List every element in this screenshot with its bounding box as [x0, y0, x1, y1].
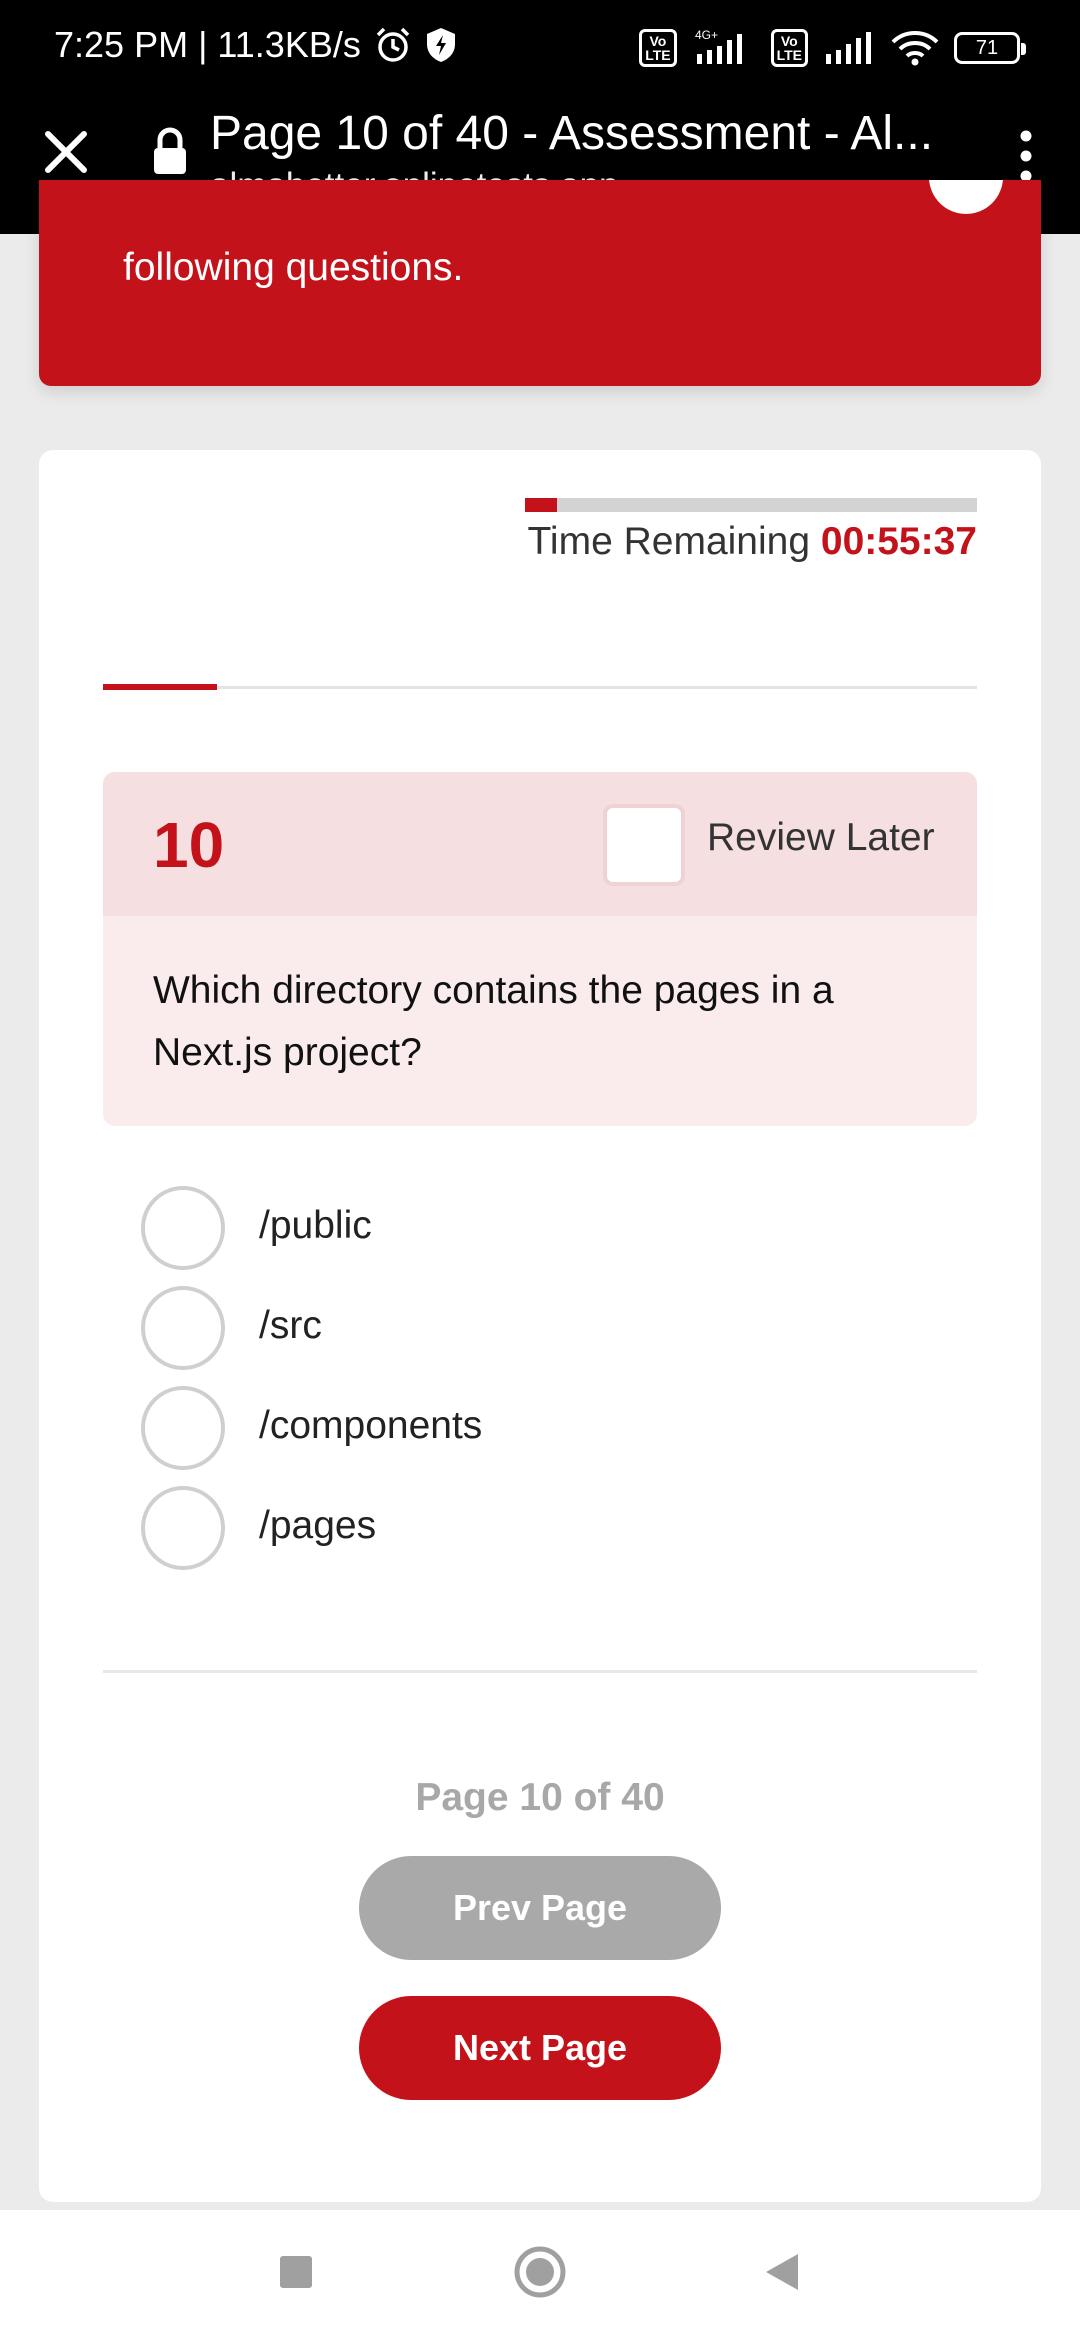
next-page-button[interactable]: Next Page	[359, 1996, 721, 2100]
alarm-icon	[376, 27, 410, 62]
browser-page-title: Page 10 of 40 - Assessment - Al...	[210, 107, 934, 160]
signal-icon	[826, 32, 871, 64]
instruction-banner: following questions.	[39, 180, 1041, 386]
page-counter: Page 10 of 40	[415, 1776, 665, 1819]
question-box: 10 Review Later Which directory contains…	[103, 772, 977, 1126]
option-label[interactable]: /components	[259, 1404, 482, 1448]
signal-4g-icon: 4G+	[695, 28, 742, 64]
option-public[interactable]: /public	[141, 1186, 841, 1270]
section-progress-bar	[103, 684, 977, 690]
divider	[103, 1670, 977, 1673]
close-button[interactable]	[40, 126, 92, 178]
banner-circle-icon	[929, 180, 1003, 214]
option-pages[interactable]: /pages	[141, 1486, 841, 1570]
question-text: Which directory contains the pages in a …	[153, 969, 834, 1074]
home-button[interactable]	[480, 2210, 600, 2340]
review-later-label[interactable]: Review Later	[707, 816, 935, 860]
time-remaining-label: Time Remaining	[527, 520, 811, 563]
review-later-checkbox[interactable]	[603, 804, 685, 886]
wifi-icon	[891, 31, 939, 66]
option-label[interactable]: /public	[259, 1204, 372, 1248]
status-time-speed: 7:25 PM | 11.3KB/s	[54, 24, 361, 65]
radio-button[interactable]	[141, 1286, 225, 1370]
time-remaining-value: 00:55:37	[820, 520, 977, 563]
radio-button[interactable]	[141, 1486, 225, 1570]
back-button[interactable]	[720, 2210, 840, 2340]
home-icon	[514, 2246, 566, 2298]
battery-icon: 71	[954, 32, 1026, 64]
battery-level: 71	[975, 37, 999, 59]
timer-progress-fill	[525, 498, 557, 512]
lock-icon	[150, 126, 190, 176]
banner-text: following questions.	[123, 246, 464, 289]
question-header: 10 Review Later	[103, 772, 977, 916]
close-icon	[45, 131, 87, 173]
volte-badge-1: Vo LTE	[639, 29, 677, 67]
question-card: Time Remaining 00:55:37 10 Review Later …	[39, 450, 1041, 2202]
overflow-menu-button[interactable]	[1016, 126, 1036, 186]
status-bar: 7:25 PM | 11.3KB/s Vo LTE 4G+ Vo LTE 71	[0, 0, 1080, 96]
section-progress-fill	[103, 684, 217, 690]
radio-button[interactable]	[141, 1186, 225, 1270]
question-number: 10	[153, 809, 225, 881]
status-left: 7:25 PM | 11.3KB/s	[54, 24, 457, 66]
option-components[interactable]: /components	[141, 1386, 841, 1470]
option-label[interactable]: /src	[259, 1304, 322, 1348]
volte-badge-2: Vo LTE	[770, 29, 808, 67]
system-nav-bar	[0, 2210, 1080, 2340]
back-icon	[766, 2254, 798, 2290]
option-label[interactable]: /pages	[259, 1504, 376, 1548]
network-type-label: 4G+	[695, 28, 718, 42]
time-remaining: Time Remaining 00:55:37	[528, 520, 977, 564]
option-src[interactable]: /src	[141, 1286, 841, 1370]
shield-icon	[426, 28, 455, 62]
timer-progress-bar	[525, 498, 977, 512]
recents-button[interactable]	[236, 2210, 356, 2340]
status-right: Vo LTE 4G+ Vo LTE 71	[639, 28, 1026, 68]
prev-page-button[interactable]: Prev Page	[359, 1856, 721, 1960]
radio-button[interactable]	[141, 1386, 225, 1470]
more-vert-icon	[1020, 130, 1032, 182]
recents-icon	[280, 2256, 312, 2288]
